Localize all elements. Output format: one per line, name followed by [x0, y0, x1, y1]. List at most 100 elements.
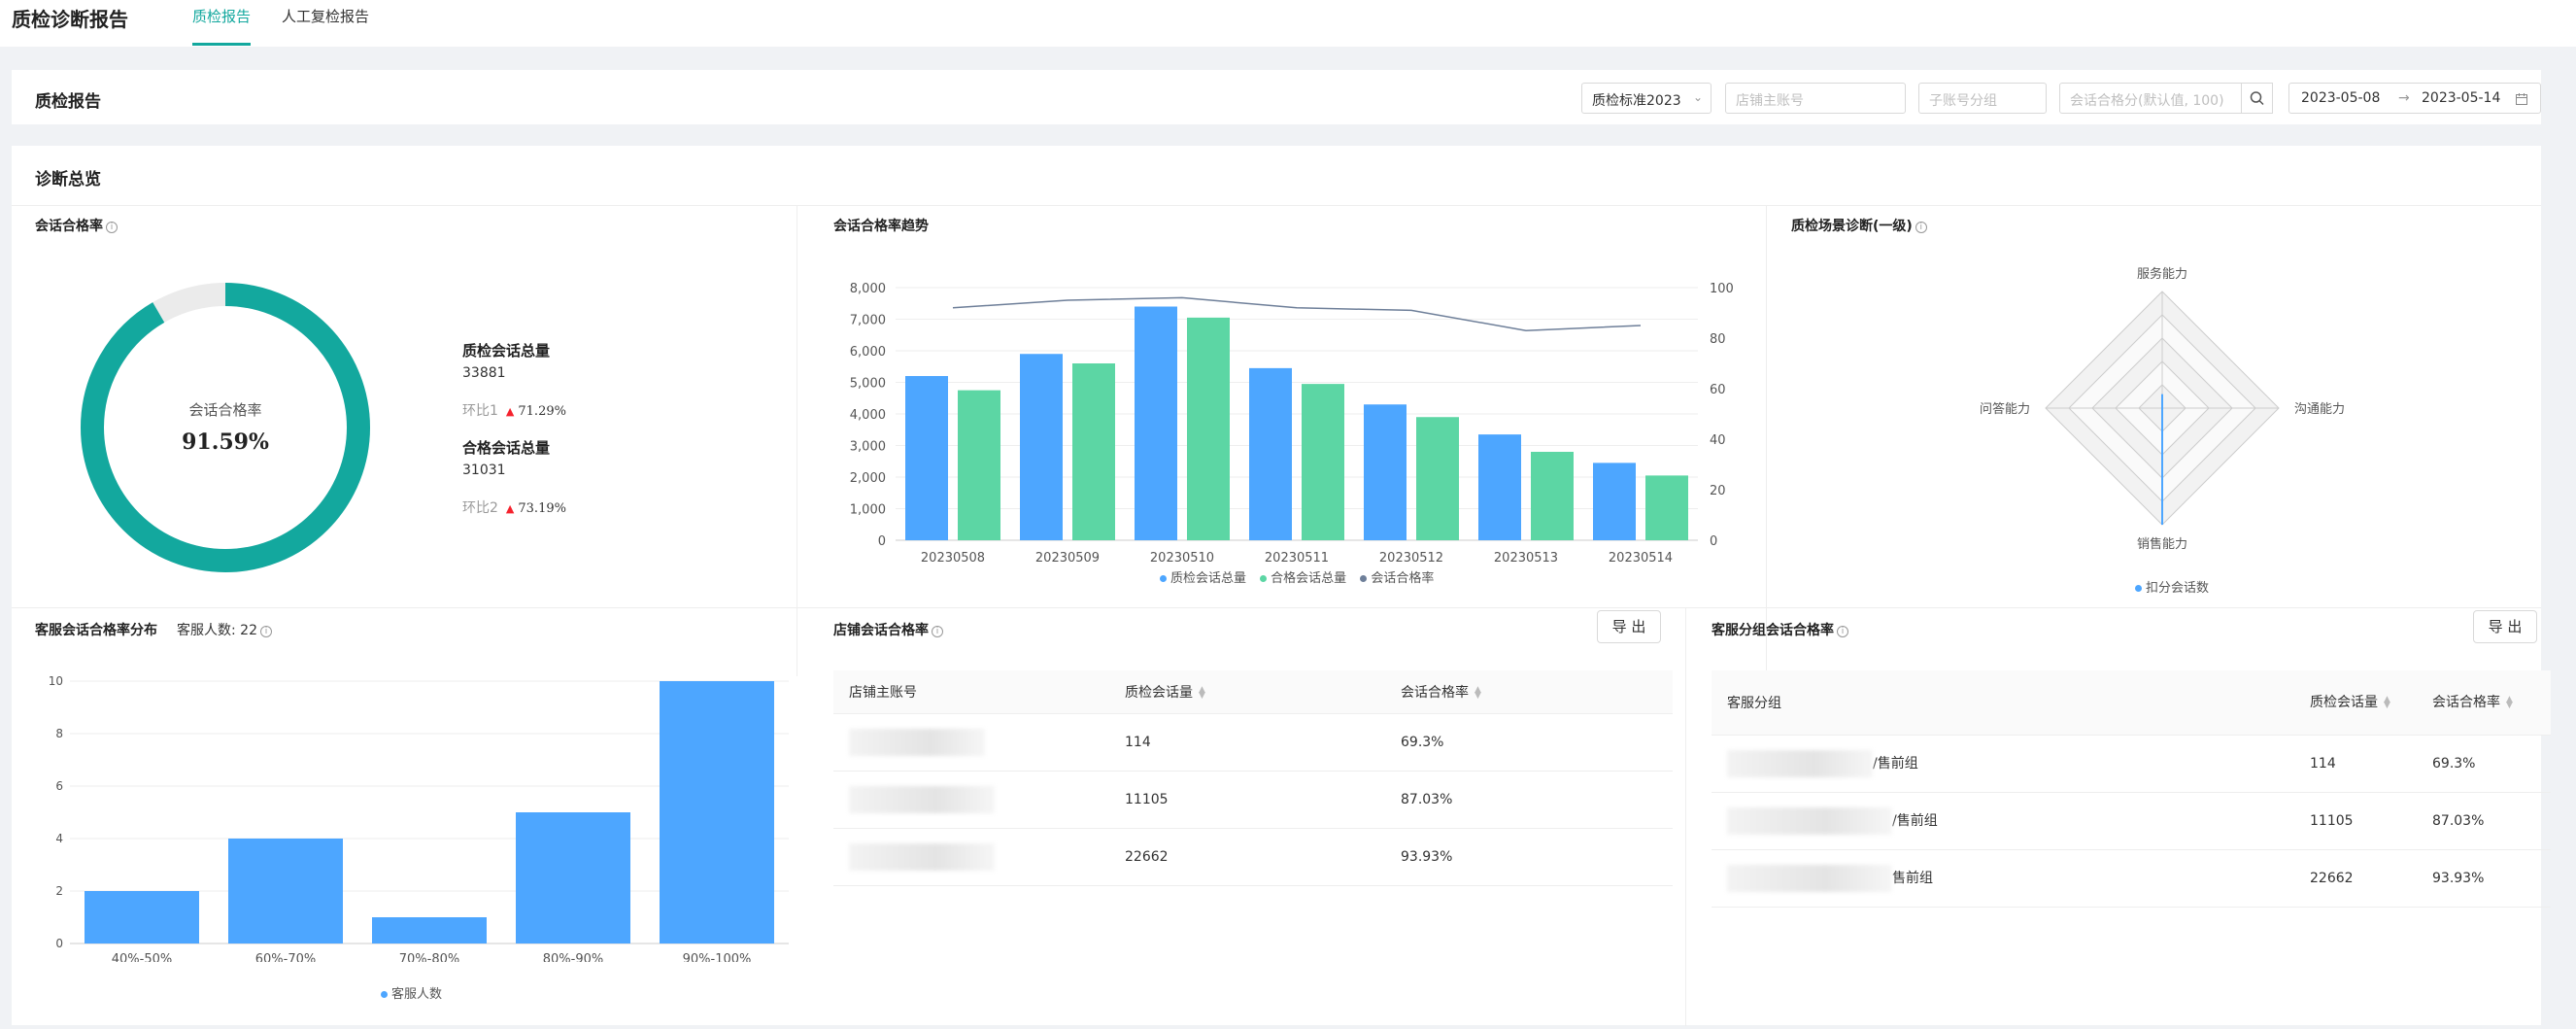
table-header-row: 客服分组 质检会话量 ▲ ▼ 会话合格率 ▲ ▼ — [1712, 670, 2551, 736]
info-icon[interactable]: i — [259, 626, 272, 637]
bar-qc-total — [1478, 434, 1521, 540]
bar-pass-total — [1645, 475, 1688, 540]
x-tick-label: 20230514 — [1609, 551, 1673, 566]
pass-rate-cell: 93.93% — [2417, 849, 2551, 908]
bar-qc-total — [1364, 404, 1407, 540]
legend-item[interactable]: 会话合格率 — [1350, 571, 1434, 586]
legend-item[interactable]: 质检会话总量 — [1150, 571, 1246, 586]
top-bar: 质检诊断报告 质检报告 人工复检报告 — [0, 0, 2576, 47]
distribution-legend[interactable]: 客服人数 — [371, 983, 442, 1002]
radar-indicator-label: 沟通能力 — [2294, 402, 2345, 417]
table-row: 114 69.3% — [833, 713, 1673, 772]
divider — [1685, 608, 1686, 1026]
table-row: /售前组 11105 87.03% — [1712, 792, 2551, 850]
sort-icon[interactable]: ▲ ▼ — [2506, 695, 2513, 709]
donut-section-title: 会话合格率 i — [35, 216, 118, 235]
column-header-pass-rate[interactable]: 会话合格率 ▲ ▼ — [1385, 670, 1673, 714]
sub-account-group-input[interactable]: 子账号分组 — [1918, 83, 2047, 114]
column-header-qc-count[interactable]: 质检会话量 ▲ ▼ — [2294, 670, 2417, 736]
group-pass-rate-table: 客服分组 质检会话量 ▲ ▼ 会话合格率 ▲ ▼ /售前组 114 69.3% /售前组… — [1712, 670, 2551, 908]
divider — [1766, 206, 1767, 676]
pass-total-label: 合格会话总量 — [462, 439, 551, 457]
x-tick-label: 40%-50% — [112, 952, 172, 962]
x-tick-label: 20230512 — [1379, 551, 1443, 566]
table-row: 售前组 22662 93.93% — [1712, 849, 2551, 908]
pass-rate-cell: 93.93% — [1385, 828, 1673, 886]
qc-count-cell: 22662 — [2294, 849, 2417, 908]
column-header-store-account: 店铺主账号 — [833, 670, 1109, 714]
donut-arc — [81, 283, 370, 572]
bar-agent-count — [228, 839, 343, 943]
table-header-row: 店铺主账号 质检会话量 ▲ ▼ 会话合格率 ▲ ▼ — [833, 670, 1673, 714]
legend-item[interactable]: 合格会话总量 — [1250, 571, 1346, 586]
redacted-text — [1727, 749, 1873, 777]
column-header-group: 客服分组 — [1712, 670, 2294, 736]
y-tick-label-right: 0 — [1710, 534, 1717, 549]
group-cell: /售前组 — [1712, 792, 2294, 850]
table-row: /售前组 114 69.3% — [1712, 735, 2551, 793]
qc-total-ratio: 环比1 ▲ 71.29% — [462, 403, 566, 419]
y-tick-label: 2 — [55, 884, 63, 898]
qc-count-cell: 22662 — [1109, 828, 1385, 886]
redacted-text — [849, 728, 985, 756]
qc-count-cell: 114 — [1109, 713, 1385, 772]
tab-qc-report[interactable]: 质检报告 — [192, 6, 251, 26]
y-tick-label-right: 100 — [1710, 282, 1734, 296]
column-header-qc-count[interactable]: 质检会话量 ▲ ▼ — [1109, 670, 1385, 714]
bar-qc-total — [1593, 463, 1636, 540]
bar-agent-count — [660, 681, 774, 943]
y-tick-label: 4 — [55, 832, 63, 845]
pass-score-input[interactable]: 会话合格分(默认值, 100) — [2059, 83, 2242, 114]
x-tick-label: 70%-80% — [399, 952, 459, 962]
sort-icon[interactable]: ▲ ▼ — [1199, 685, 1205, 700]
qc-standard-select[interactable]: 质检标准2023 ⌄ — [1581, 83, 1712, 114]
scenario-radar-chart: 服务能力沟通能力销售能力 问答能力 — [1980, 266, 2345, 552]
date-end: 2023-05-14 — [2422, 90, 2501, 106]
store-table-title: 店铺会话合格率 i — [833, 620, 943, 639]
store-export-button[interactable]: 导 出 — [1597, 610, 1661, 643]
y-tick-label: 8 — [55, 727, 63, 740]
bar-agent-count — [85, 891, 199, 943]
y-tick-label-right: 60 — [1710, 383, 1726, 397]
column-header-pass-rate[interactable]: 会话合格率 ▲ ▼ — [2417, 670, 2551, 736]
group-table-title: 客服分组会话合格率 i — [1712, 620, 1848, 639]
diagnosis-overview-panel: 诊断总览 会话合格率 i 会话合格率 91.59% 质检会话总量 33881 环比… — [12, 146, 2551, 1026]
bar-qc-total — [1135, 306, 1177, 540]
search-button[interactable] — [2242, 83, 2273, 114]
radar-legend[interactable]: 扣分会话数 — [2125, 577, 2209, 596]
info-icon[interactable]: i — [1915, 222, 1927, 233]
trend-section-title: 会话合格率趋势 — [833, 219, 929, 234]
filter-bar-title: 质检报告 — [35, 92, 101, 112]
x-tick-label: 90%-100% — [683, 952, 752, 962]
qc-total-value: 33881 — [462, 365, 506, 381]
panel-header: 诊断总览 — [12, 146, 2541, 206]
y-tick-label: 10 — [49, 674, 63, 688]
table-row: 11105 87.03% — [833, 771, 1673, 829]
search-icon — [2250, 91, 2264, 106]
date-range-picker[interactable]: 2023-05-08 → 2023-05-14 — [2288, 83, 2541, 114]
x-tick-label: 20230510 — [1150, 551, 1214, 566]
y-tick-label-left: 7,000 — [850, 314, 886, 328]
info-icon[interactable]: i — [1837, 626, 1848, 637]
redacted-text — [849, 842, 995, 871]
bar-qc-total — [1020, 354, 1063, 540]
sort-icon[interactable]: ▲ ▼ — [1474, 685, 1481, 700]
store-account-cell — [833, 828, 1109, 886]
y-tick-label-right: 80 — [1710, 332, 1726, 347]
radar-section-title: 质检场景诊断(一级) i — [1791, 216, 1927, 235]
agent-pass-rate-distribution-chart: 0 2 4 6 8 10 40%-50% 60%-70% 70%-80% 80%-90% 90%-1… — [49, 674, 789, 962]
bar-qc-total — [905, 376, 948, 540]
info-icon[interactable]: i — [932, 626, 943, 637]
info-icon[interactable]: i — [106, 222, 118, 233]
bar-pass-total — [1302, 384, 1344, 540]
active-tab-indicator — [192, 43, 251, 46]
y-tick-label: 0 — [55, 937, 63, 950]
arrow-right-icon: → — [2398, 90, 2410, 106]
sort-icon[interactable]: ▲ ▼ — [2384, 695, 2390, 709]
trend-legend: 质检会话总量 合格会话总量 会话合格率 — [1150, 567, 1434, 586]
y-tick-label-right: 20 — [1710, 484, 1726, 498]
store-account-input[interactable]: 店铺主账号 — [1725, 83, 1906, 114]
group-export-button[interactable]: 导 出 — [2473, 610, 2537, 643]
tab-manual-recheck-report[interactable]: 人工复检报告 — [282, 6, 369, 26]
store-account-cell — [833, 713, 1109, 772]
